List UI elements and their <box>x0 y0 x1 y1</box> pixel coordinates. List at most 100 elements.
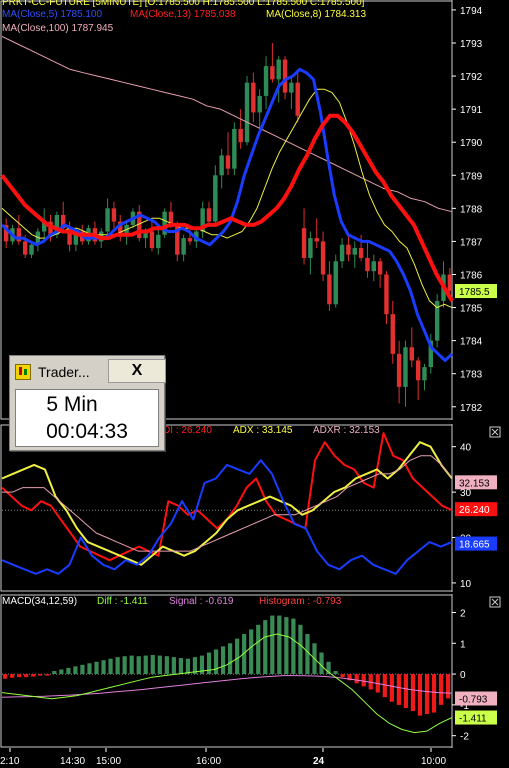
y-tick-label: -2 <box>460 732 469 743</box>
histogram-bar <box>270 615 275 675</box>
candle-body <box>276 59 281 80</box>
candle-body <box>156 234 161 249</box>
histogram-bar <box>291 618 296 675</box>
histogram-bar <box>438 674 444 705</box>
histogram-bar <box>298 624 303 675</box>
time-label: 16:00 <box>196 756 221 767</box>
histogram-bar <box>340 674 345 678</box>
candle-body <box>29 244 34 255</box>
last-price-tag: 1785.5 <box>459 287 490 298</box>
histogram-bar <box>396 674 401 705</box>
candle-body <box>270 66 275 80</box>
histogram-bar <box>31 674 36 677</box>
y-tick-label: 1788 <box>460 204 483 215</box>
histogram-bar <box>129 655 134 675</box>
candle-body <box>371 261 376 272</box>
histogram-bar <box>115 657 120 675</box>
candle-body <box>225 155 231 169</box>
histogram-bar <box>417 674 423 716</box>
candle-body <box>105 208 110 232</box>
histogram-bar <box>185 658 191 675</box>
dmi-header-label: DI : 26.240 <box>163 425 212 436</box>
ma100-header-label: MA(Close,100) 1787.945 <box>2 23 114 34</box>
candle-body <box>409 347 415 361</box>
time-label: 2:10 <box>0 756 20 767</box>
candle-body <box>238 128 243 143</box>
time-label: 15:00 <box>96 756 121 767</box>
y-tick-label: 1782 <box>460 403 483 414</box>
y-tick-label: 40 <box>460 443 472 454</box>
trader-timer-window[interactable]: Trader... X 5 Min 00:04:33 <box>9 355 166 451</box>
y-tick-label: 1786 <box>460 270 483 281</box>
histogram-bar <box>3 674 8 679</box>
candle-body <box>339 244 345 262</box>
dmi-header-label: ADXR : 32.153 <box>313 425 380 436</box>
histogram-bar <box>220 646 226 675</box>
candle-body <box>289 82 294 93</box>
candle-body <box>365 257 370 272</box>
histogram-bar <box>424 674 430 715</box>
candle-body <box>301 228 307 258</box>
histogram-bar <box>52 671 57 675</box>
candle-body <box>149 231 155 249</box>
y-tick-label: 1790 <box>460 138 483 149</box>
timer-interval-label: 5 Min <box>46 393 98 416</box>
histogram-bar <box>228 643 233 675</box>
candle-body <box>181 238 186 255</box>
candle-body <box>352 248 357 255</box>
histogram-bar <box>445 674 451 699</box>
histogram-bar <box>101 660 106 675</box>
ma-header-label: MA(Close,8) 1784.313 <box>266 9 366 20</box>
histogram-bar <box>256 624 261 675</box>
macd-header-label: MACD(34,12,59) <box>2 596 77 607</box>
y-tick-label: 1792 <box>460 72 483 83</box>
ma-header-label: MA(Close,13) 1785.038 <box>130 9 236 20</box>
histogram-bar <box>277 615 282 675</box>
candle-body <box>308 238 313 258</box>
y-tick-label: 1791 <box>460 105 483 116</box>
histogram-bar <box>354 674 359 684</box>
close-button[interactable]: X <box>108 359 166 383</box>
y-tick-label: 1783 <box>460 370 483 381</box>
histogram-bar <box>263 620 268 675</box>
macd-header-label: Histogram : -0.793 <box>259 596 342 607</box>
histogram-bar <box>38 674 43 676</box>
candle-body <box>206 208 212 222</box>
histogram-bar <box>410 674 416 712</box>
histogram-bar <box>150 654 155 675</box>
histogram-bar <box>178 658 183 675</box>
candle-body <box>263 66 269 96</box>
dmi-value-tag: 18.665 <box>459 540 490 551</box>
ma-header-label: MA(Close,5) 1785.100 <box>2 9 102 20</box>
candle-body <box>327 274 332 305</box>
histogram-bar <box>284 617 289 675</box>
candle-body <box>320 241 326 275</box>
candle-body <box>232 128 237 169</box>
timer-display: 5 Min 00:04:33 <box>15 389 159 447</box>
y-tick-label: 0 <box>460 670 466 681</box>
histogram-bar <box>80 664 85 675</box>
y-tick-label: 1784 <box>460 337 483 348</box>
histogram-bar <box>403 674 408 708</box>
y-tick-label: 1789 <box>460 171 483 182</box>
candle-body <box>213 175 218 222</box>
histogram-bar <box>333 671 338 675</box>
timer-title: Trader... <box>38 364 90 380</box>
candle-body <box>422 367 427 381</box>
candle-body <box>244 82 250 143</box>
histogram-bar <box>45 674 50 676</box>
time-label: 10:00 <box>421 756 446 767</box>
macd-header-label: Diff : -1.411 <box>97 596 148 607</box>
histogram-bar <box>73 666 78 675</box>
timer-titlebar[interactable]: Trader... X <box>10 356 166 386</box>
y-tick-label: 1794 <box>460 6 483 17</box>
candle-body <box>314 238 319 242</box>
histogram-bar <box>382 674 387 698</box>
candle-body <box>403 347 408 387</box>
histogram-bar <box>136 656 141 675</box>
candle-body <box>384 274 389 315</box>
histogram-bar <box>59 669 64 675</box>
histogram-bar <box>206 652 212 675</box>
histogram-bar <box>143 655 148 675</box>
candle-body <box>111 208 117 222</box>
